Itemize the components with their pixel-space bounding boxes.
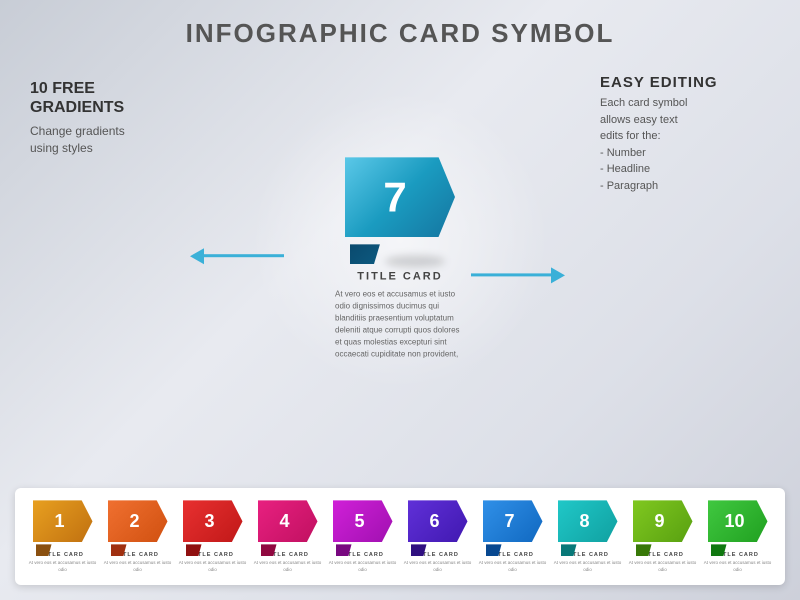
mini-card-text-7: At vero eos et accusamus et iusto odio: [479, 560, 547, 573]
arrow-head-right-icon: [551, 267, 565, 283]
mini-card-text-6: At vero eos et accusamus et iusto odio: [404, 560, 472, 573]
mini-card-1: 1 TITLE CARD At vero eos et accusamus et…: [29, 500, 97, 573]
mini-card-shape-1: 1: [33, 500, 93, 548]
mini-card-shape-10: 10: [708, 500, 768, 548]
mini-card-shape-4: 4: [258, 500, 318, 548]
left-subtitle: Change gradientsusing styles: [30, 123, 125, 157]
mini-card-number-1: 1: [54, 511, 70, 532]
card-main-shape: 7: [345, 157, 455, 237]
mini-card-text-4: At vero eos et accusamus et iusto odio: [254, 560, 322, 573]
mini-card-number-7: 7: [504, 511, 520, 532]
mini-card-number-9: 9: [654, 511, 670, 532]
card-shape: 7: [345, 157, 455, 252]
arrow-line-left: [204, 254, 284, 257]
mini-card-text-1: At vero eos et accusamus et iusto odio: [29, 560, 97, 573]
mini-card-number-2: 2: [129, 511, 145, 532]
mini-card-6: 6 TITLE CARD At vero eos et accusamus et…: [404, 500, 472, 573]
mini-card-main-3: 3: [183, 500, 243, 542]
mini-card-5: 5 TITLE CARD At vero eos et accusamus et…: [329, 500, 397, 573]
mini-card-text-9: At vero eos et accusamus et iusto odio: [629, 560, 697, 573]
card-number: 7: [383, 173, 416, 221]
mini-card-main-10: 10: [708, 500, 768, 542]
mini-card-number-4: 4: [279, 511, 295, 532]
mini-card-main-2: 2: [108, 500, 168, 542]
card-paragraph: At vero eos et accusamus et iusto odio d…: [335, 288, 465, 360]
mini-card-number-6: 6: [429, 511, 445, 532]
mini-card-shape-3: 3: [183, 500, 243, 548]
mini-card-text-10: At vero eos et accusamus et iusto odio: [704, 560, 772, 573]
mini-card-8: 8 TITLE CARD At vero eos et accusamus et…: [554, 500, 622, 573]
arrow-left: [190, 248, 284, 264]
mini-card-main-7: 7: [483, 500, 543, 542]
mini-card-number-5: 5: [354, 511, 370, 532]
mini-card-shape-8: 8: [558, 500, 618, 548]
mini-card-7: 7 TITLE CARD At vero eos et accusamus et…: [479, 500, 547, 573]
mini-card-text-2: At vero eos et accusamus et iusto odio: [104, 560, 172, 573]
arrow-line-right: [471, 274, 551, 277]
mini-card-10: 10 TITLE CARD At vero eos et accusamus e…: [704, 500, 772, 573]
mini-card-shape-9: 9: [633, 500, 693, 548]
right-headline: EASY EDITING: [600, 74, 775, 91]
mini-card-4: 4 TITLE CARD At vero eos et accusamus et…: [254, 500, 322, 573]
mini-card-3: 3 TITLE CARD At vero eos et accusamus et…: [179, 500, 247, 573]
center-card: 7 TITLE CARD At vero eos et accusamus et…: [335, 157, 465, 360]
card-shadow: [385, 255, 445, 267]
arrow-right: [471, 267, 565, 283]
bottom-strip: 1 TITLE CARD At vero eos et accusamus et…: [15, 488, 785, 585]
card-title-label: TITLE CARD: [335, 270, 465, 282]
mini-card-2: 2 TITLE CARD At vero eos et accusamus et…: [104, 500, 172, 573]
mini-card-text-8: At vero eos et accusamus et iusto odio: [554, 560, 622, 573]
arrow-head-left-icon: [190, 248, 204, 264]
mini-card-main-4: 4: [258, 500, 318, 542]
mini-card-main-5: 5: [333, 500, 393, 542]
mini-card-shape-2: 2: [108, 500, 168, 548]
right-text: Each card symbolallows easy textedits fo…: [600, 95, 775, 194]
mini-card-9: 9 TITLE CARD At vero eos et accusamus et…: [629, 500, 697, 573]
mini-card-main-1: 1: [33, 500, 93, 542]
card-fold: [350, 244, 380, 264]
main-container: INFOGRAPHIC CARD SYMBOL 10 FREEGRADIENTS…: [0, 0, 800, 600]
card-text-area: TITLE CARD At vero eos et accusamus et i…: [335, 270, 465, 360]
mini-card-shape-7: 7: [483, 500, 543, 548]
mini-card-main-9: 9: [633, 500, 693, 542]
mini-card-number-10: 10: [724, 511, 750, 532]
left-headline: 10 FREEGRADIENTS: [30, 79, 125, 117]
mini-card-text-5: At vero eos et accusamus et iusto odio: [329, 560, 397, 573]
mini-card-text-3: At vero eos et accusamus et iusto odio: [179, 560, 247, 573]
mini-card-main-6: 6: [408, 500, 468, 542]
page-title: INFOGRAPHIC CARD SYMBOL: [186, 18, 615, 49]
mini-card-number-3: 3: [204, 511, 220, 532]
mini-card-shape-6: 6: [408, 500, 468, 548]
top-section: 10 FREEGRADIENTS Change gradientsusing s…: [0, 49, 800, 488]
left-section: 10 FREEGRADIENTS Change gradientsusing s…: [30, 79, 125, 157]
right-section: EASY EDITING Each card symbolallows easy…: [600, 74, 775, 194]
mini-card-number-8: 8: [579, 511, 595, 532]
mini-card-main-8: 8: [558, 500, 618, 542]
mini-card-shape-5: 5: [333, 500, 393, 548]
